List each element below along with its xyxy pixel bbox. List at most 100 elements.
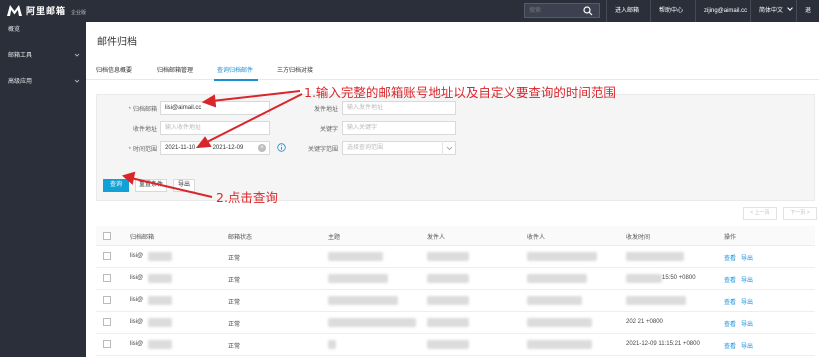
chevron-down-icon [442, 141, 455, 155]
export-button[interactable]: 导出 [173, 179, 195, 192]
tab-query-archived-mail[interactable]: 查询归档邮件 [217, 65, 253, 74]
sidebar: 概览 邮箱工具 高级应用 [0, 22, 86, 357]
row-status: 正常 [228, 322, 241, 328]
redacted-block [328, 340, 336, 349]
column-header-status: 邮箱状态 [228, 235, 253, 241]
redacted-block [328, 318, 416, 327]
column-header-actions: 操作 [724, 235, 737, 241]
next-page-button[interactable]: 下一页 > [783, 207, 817, 220]
account-menu[interactable]: zijing@aimail.cc [695, 0, 755, 22]
sidebar-item-mailbox-tools[interactable]: 邮箱工具 [0, 48, 86, 74]
table-row[interactable]: lisi@ 正常 15:50 +0800 查看 导出 [96, 268, 815, 290]
redacted-block [427, 340, 469, 349]
table-row[interactable]: lisi@ 正常 查看 导出 [96, 246, 815, 268]
redacted-block [148, 252, 172, 261]
logout-link[interactable]: 退出 [796, 0, 819, 36]
sidebar-item-label: 概览 [8, 27, 21, 33]
global-search[interactable] [524, 3, 600, 18]
main-content: 邮件归档 归档信息概要 归档邮箱管理 查询归档邮件 三方归档对接 * 归档邮箱 l… [86, 22, 819, 357]
row-mailbox: lisi@ [130, 297, 144, 303]
redacted-block [427, 318, 469, 327]
date-separator: - [202, 145, 205, 151]
prev-page-button[interactable]: < 上一页 [743, 207, 777, 220]
reset-button[interactable]: 重置条件 [135, 179, 167, 192]
export-link[interactable]: 导出 [741, 319, 753, 328]
view-link[interactable]: 查看 [724, 319, 736, 328]
row-time: 15:50 +0800 [662, 275, 696, 281]
sender-input[interactable]: 输入发件地址 [342, 101, 456, 115]
column-header-mailbox: 归档邮箱 [130, 235, 155, 241]
redacted-block [328, 274, 388, 283]
row-checkbox[interactable] [103, 296, 111, 304]
date-range-picker[interactable]: 2021-11-10 - 2021-12-09 × [160, 141, 270, 155]
view-link[interactable]: 查看 [724, 297, 736, 306]
redacted-block [427, 252, 469, 261]
view-link[interactable]: 查看 [724, 253, 736, 262]
query-button[interactable]: 查询 [103, 179, 129, 192]
row-mailbox: lisi@ [130, 319, 144, 325]
recipient-input[interactable]: 输入收件地址 [160, 121, 270, 135]
search-input[interactable] [529, 6, 579, 16]
redacted-block [328, 252, 383, 261]
sidebar-item-overview[interactable]: 概览 [0, 22, 86, 48]
annotation-step1: 1.输入完整的邮箱账号地址以及自定义要查询的时间范围 [304, 85, 616, 100]
tab-third-party-archive[interactable]: 三方归档对接 [277, 65, 313, 74]
help-center-link[interactable]: 帮助中心 [650, 0, 691, 22]
redacted-block [148, 340, 172, 349]
redacted-block [148, 296, 172, 305]
redacted-block [527, 274, 587, 283]
row-time: 2021-12-09 11:15:21 +0800 [626, 341, 700, 347]
search-icon[interactable] [583, 6, 593, 16]
sidebar-item-label: 高级应用 [8, 79, 33, 85]
select-all-checkbox[interactable] [103, 232, 111, 240]
table-row[interactable]: lisi@ 正常 2021-12-09 11:15:21 +0800 查看 导出 [96, 334, 815, 356]
language-select[interactable]: 简体中文 [750, 0, 800, 22]
top-bar: 阿里邮箱 企业版 进入邮箱 帮助中心 zijing@aimail.cc 简体中文… [0, 0, 819, 36]
query-form: * 归档邮箱 lisi@aimail.cc 发件地址 输入发件地址 收件地址 输入… [96, 94, 815, 201]
sidebar-item-advanced[interactable]: 高级应用 [0, 74, 86, 100]
redacted-block [527, 340, 592, 349]
language-label: 简体中文 [759, 8, 784, 14]
export-link[interactable]: 导出 [741, 297, 753, 306]
row-mailbox: lisi@ [130, 275, 144, 281]
row-checkbox[interactable] [103, 252, 111, 260]
keyword-scope-label: 关键字范围 [307, 147, 338, 153]
row-status: 正常 [228, 278, 241, 284]
export-link[interactable]: 导出 [741, 275, 753, 284]
row-status: 正常 [228, 300, 241, 306]
table-row[interactable]: lisi@ 正常 202 21 +0800 查看 导出 [96, 312, 815, 334]
row-time: 202 21 +0800 [626, 319, 663, 325]
date-to[interactable]: 2021-12-09 [213, 145, 244, 151]
redacted-block [626, 252, 684, 261]
export-link[interactable]: 导出 [741, 341, 753, 350]
view-link[interactable]: 查看 [724, 341, 736, 350]
date-from[interactable]: 2021-11-10 [165, 145, 195, 151]
tab-archive-mailbox-management[interactable]: 归档邮箱管理 [157, 65, 193, 74]
brand-name: 阿里邮箱 [26, 6, 67, 16]
row-mailbox: lisi@ [130, 341, 144, 347]
redacted-block [148, 274, 172, 283]
table-row[interactable]: lisi@ 正常 查看 导出 [96, 290, 815, 312]
row-status: 正常 [228, 344, 241, 350]
recipient-label: 收件地址 [132, 127, 157, 133]
redacted-block [626, 274, 662, 283]
view-link[interactable]: 查看 [724, 275, 736, 284]
row-checkbox[interactable] [103, 274, 111, 282]
row-checkbox[interactable] [103, 318, 111, 326]
export-link[interactable]: 导出 [741, 253, 753, 262]
redacted-block [527, 252, 597, 261]
column-header-recipient: 收件人 [527, 235, 546, 241]
keyword-scope-placeholder: 选择查询范围 [347, 145, 384, 151]
redacted-block [427, 274, 469, 283]
row-checkbox[interactable] [103, 340, 111, 348]
keyword-input[interactable]: 输入关键字 [342, 121, 456, 135]
chevron-down-icon [74, 53, 80, 57]
enter-mailbox-link[interactable]: 进入邮箱 [606, 0, 647, 22]
brand-logo[interactable]: 阿里邮箱 企业版 [6, 4, 86, 17]
sender-label: 发件地址 [313, 107, 338, 113]
tab-archive-overview[interactable]: 归档信息概要 [96, 65, 132, 74]
keyword-scope-select[interactable]: 选择查询范围 [342, 141, 456, 155]
clear-icon[interactable]: × [258, 144, 266, 152]
table-header [96, 226, 815, 246]
archive-mailbox-input[interactable]: lisi@aimail.cc [160, 101, 270, 115]
